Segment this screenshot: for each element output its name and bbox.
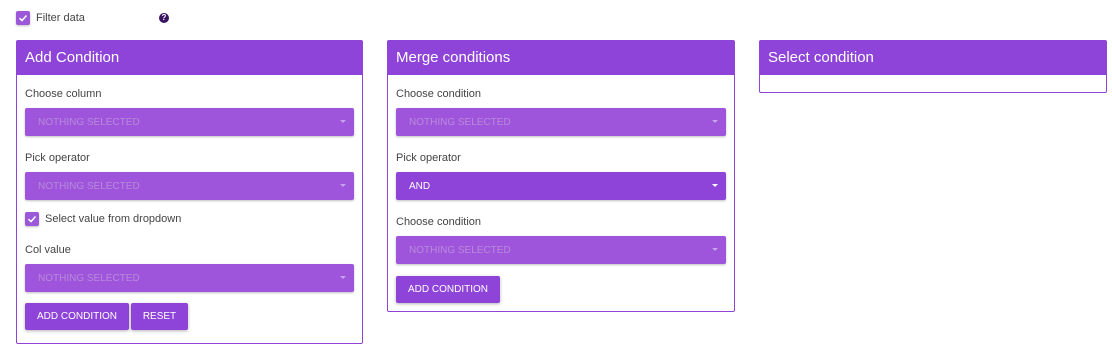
check-icon: [27, 215, 37, 223]
filter-data-label: Filter data: [36, 12, 85, 24]
add-condition-title: Add Condition: [17, 41, 362, 75]
chevron-down-icon: [340, 184, 346, 187]
choose-condition-2-select[interactable]: NOTHING SELECTED: [396, 236, 726, 264]
select-from-dropdown-label: Select value from dropdown: [45, 213, 182, 225]
help-icon[interactable]: ?: [159, 13, 169, 23]
filter-data-checkbox[interactable]: [16, 11, 30, 25]
select-from-dropdown-row: Select value from dropdown: [25, 211, 354, 227]
filter-data-row: Filter data: [16, 10, 85, 26]
chevron-down-icon: [340, 276, 346, 279]
pick-operator-select[interactable]: NOTHING SELECTED: [25, 172, 354, 200]
choose-condition-2-label: Choose condition: [396, 216, 482, 228]
check-icon: [18, 14, 28, 22]
choose-column-label: Choose column: [25, 88, 102, 100]
merge-pick-operator-label: Pick operator: [396, 152, 461, 164]
chevron-down-icon: [712, 248, 718, 251]
choose-condition-2-value: NOTHING SELECTED: [409, 244, 511, 256]
choose-column-select[interactable]: NOTHING SELECTED: [25, 108, 354, 136]
merge-conditions-title: Merge conditions: [388, 41, 734, 75]
add-condition-button[interactable]: ADD CONDITION: [25, 303, 129, 330]
choose-condition-1-value: NOTHING SELECTED: [409, 116, 511, 128]
add-condition-panel: Add Condition Choose column NOTHING SELE…: [16, 40, 363, 344]
select-from-dropdown-checkbox[interactable]: [25, 212, 39, 226]
col-value-label: Col value: [25, 244, 71, 256]
pick-operator-label: Pick operator: [25, 152, 90, 164]
select-condition-title: Select condition: [760, 41, 1106, 75]
chevron-down-icon: [340, 120, 346, 123]
merge-pick-operator-value: AND: [409, 180, 431, 192]
choose-column-value: NOTHING SELECTED: [38, 116, 140, 128]
choose-condition-1-label: Choose condition: [396, 88, 482, 100]
merge-pick-operator-select[interactable]: AND: [396, 172, 726, 200]
reset-button[interactable]: RESET: [131, 303, 188, 330]
col-value-value: NOTHING SELECTED: [38, 272, 140, 284]
merge-conditions-panel: Merge conditions Choose condition NOTHIN…: [387, 40, 735, 312]
col-value-select[interactable]: NOTHING SELECTED: [25, 264, 354, 292]
chevron-down-icon: [712, 120, 718, 123]
chevron-down-icon: [712, 184, 718, 187]
select-condition-panel: Select condition: [759, 40, 1107, 93]
merge-add-condition-button[interactable]: ADD CONDITION: [396, 276, 500, 303]
choose-condition-1-select[interactable]: NOTHING SELECTED: [396, 108, 726, 136]
pick-operator-value: NOTHING SELECTED: [38, 180, 140, 192]
